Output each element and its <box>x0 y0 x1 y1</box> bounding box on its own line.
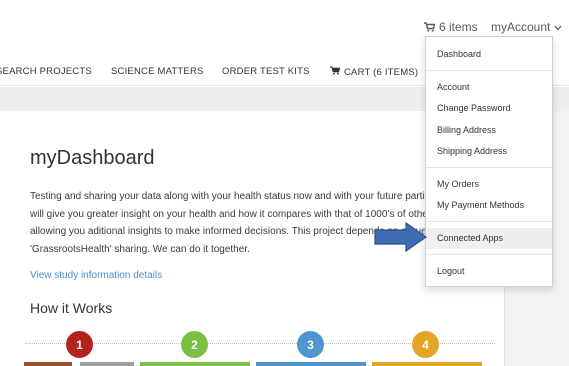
page-title: myDashboard <box>30 147 155 169</box>
my-account-label: myAccount <box>491 20 551 34</box>
my-account-menu-toggle[interactable]: myAccount <box>491 20 562 34</box>
cart-icon <box>424 22 435 32</box>
step-3-image <box>256 362 366 366</box>
view-study-details-link[interactable]: View study information details <box>30 270 162 281</box>
step-4-image <box>372 362 482 366</box>
menu-item-connected-apps[interactable]: Connected Apps <box>437 233 503 243</box>
step-2-badge: 2 <box>181 331 208 358</box>
menu-item-shipping-address[interactable]: Shipping Address <box>437 146 507 156</box>
menu-item-dashboard[interactable]: Dashboard <box>437 49 481 59</box>
how-it-works-heading: How it Works <box>30 300 113 316</box>
cart-icon <box>330 66 341 78</box>
menu-item-logout[interactable]: Logout <box>437 266 465 276</box>
menu-divider <box>426 254 552 255</box>
step-1-image-b <box>80 362 134 366</box>
menu-item-my-payment-methods[interactable]: My Payment Methods <box>437 200 524 210</box>
nav-order-test-kits[interactable]: ORDER TEST KITS <box>222 66 310 77</box>
step-4-badge: 4 <box>412 331 439 358</box>
account-dropdown-menu: Dashboard Account Change Password Billin… <box>425 36 553 287</box>
menu-item-my-orders[interactable]: My Orders <box>437 179 479 189</box>
step-1-badge: 1 <box>66 331 93 358</box>
chevron-down-icon <box>554 20 562 34</box>
nav-search-projects[interactable]: SEARCH PROJECTS <box>0 66 92 77</box>
nav-cart[interactable]: CART (6 ITEMS) <box>330 66 418 78</box>
nav-cart-label: CART (6 ITEMS) <box>344 66 419 78</box>
step-2-image <box>140 362 250 366</box>
menu-item-account[interactable]: Account <box>437 82 470 92</box>
step-3-badge: 3 <box>297 331 324 358</box>
step-1-image <box>24 362 72 366</box>
menu-item-billing-address[interactable]: Billing Address <box>437 125 496 135</box>
menu-item-change-password[interactable]: Change Password <box>437 103 511 113</box>
header-cart-count: 6 items <box>439 20 478 34</box>
nav-science-matters[interactable]: SCIENCE MATTERS <box>111 66 204 77</box>
menu-divider <box>426 167 552 168</box>
header-cart-link[interactable]: 6 items <box>424 20 478 34</box>
menu-divider <box>426 70 552 71</box>
annotation-arrow-icon <box>374 221 428 257</box>
menu-divider <box>426 221 552 222</box>
